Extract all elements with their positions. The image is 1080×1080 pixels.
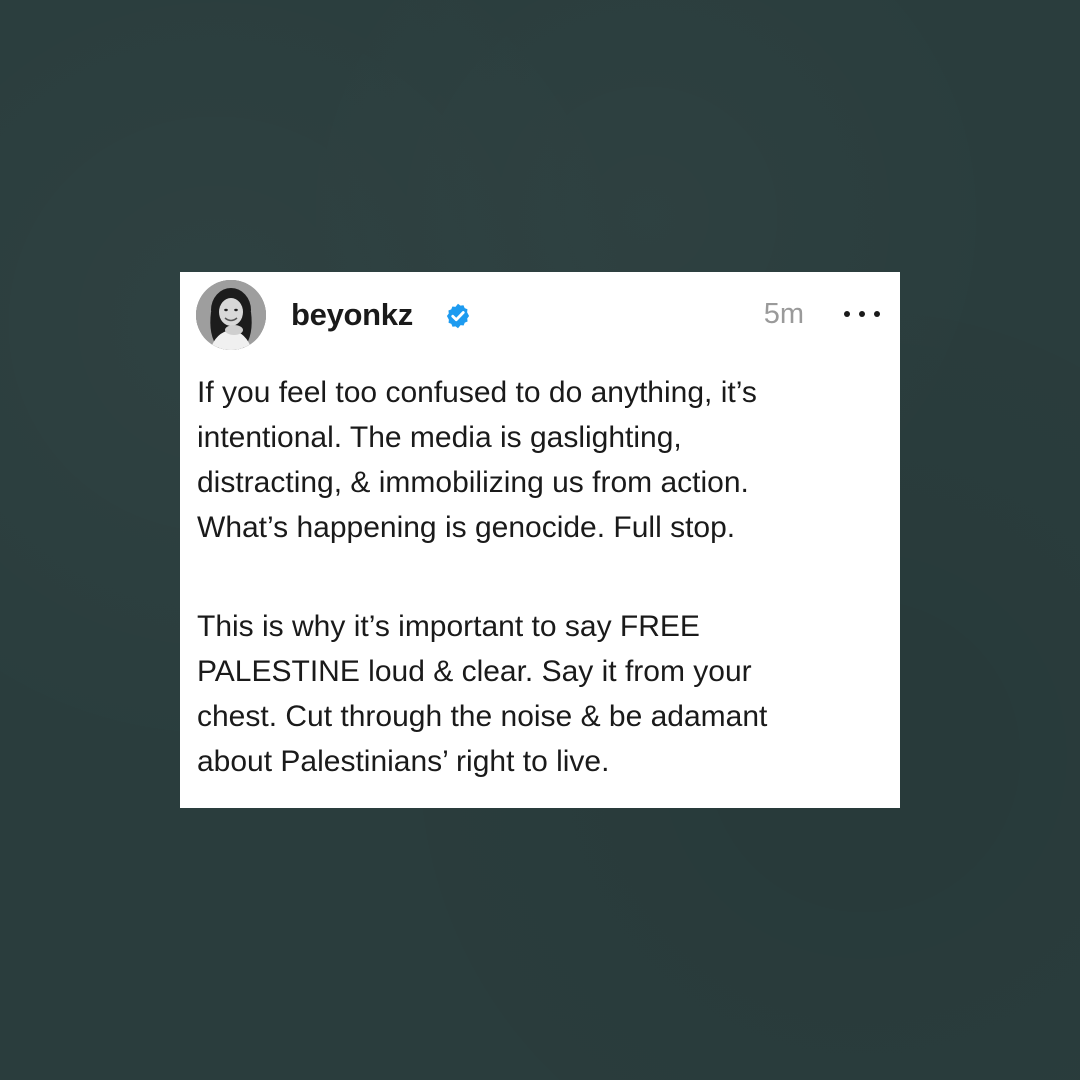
more-horizontal-icon[interactable] xyxy=(844,302,880,326)
avatar-image xyxy=(196,280,266,350)
more-dot xyxy=(844,311,850,317)
post-header: beyonkz 5m xyxy=(196,280,880,352)
post-timestamp: 5m xyxy=(763,298,804,330)
avatar[interactable] xyxy=(196,280,266,350)
more-dot xyxy=(859,311,865,317)
post-card: beyonkz 5m If you feel too confused to d… xyxy=(180,272,900,808)
post-body: If you feel too confused to do anything,… xyxy=(197,370,877,784)
username[interactable]: beyonkz xyxy=(291,297,413,333)
verified-badge-icon xyxy=(446,303,470,329)
post-paragraph: This is why it’s important to say FREE P… xyxy=(197,610,768,778)
more-dot xyxy=(874,311,880,317)
post-paragraph: If you feel too confused to do anything,… xyxy=(197,376,757,544)
